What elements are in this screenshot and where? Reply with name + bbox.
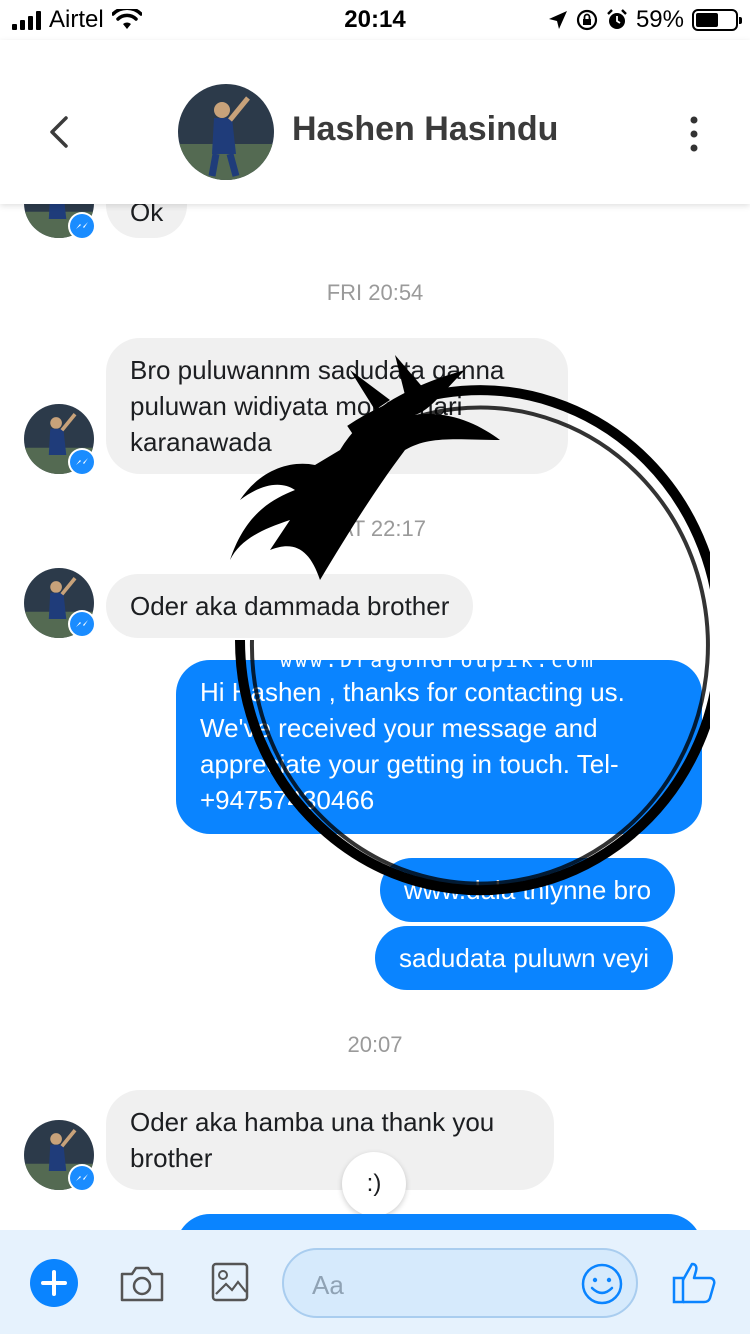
messenger-badge-icon [68,212,96,240]
message-bubble-outgoing[interactable] [176,1214,702,1230]
status-bar: Airtel 20:14 59% [0,0,750,40]
message-text: Hi Hashen , thanks for contacting us. We… [200,677,625,815]
message-text: Oder aka dammada brother [130,591,450,621]
reaction-text: :) [366,1170,382,1197]
timestamp: 20:07 [347,1032,403,1057]
timestamp: FRI 20:54 [326,280,424,305]
vertical-dots-icon[interactable] [682,114,706,154]
rotation-lock-icon [576,9,598,31]
message-bubble-incoming[interactable]: Ok [106,204,188,238]
message-input[interactable]: Aa [282,1248,638,1318]
message-bubble-outgoing[interactable]: www.dala thiynne bro [380,858,676,922]
message-text: Bro puluwannm sadudata ganna puluwan wid… [130,355,505,457]
messenger-badge-icon [68,448,96,476]
alarm-icon [607,9,627,29]
message-text: Ok [130,204,164,227]
conversation-header: Hashen Hasindu [0,40,750,204]
message-reaction[interactable]: :) [342,1152,406,1216]
location-arrow-icon [548,11,567,29]
smiley-icon[interactable] [580,1262,624,1306]
message-bubble-incoming[interactable]: Bro puluwannm sadudata ganna puluwan wid… [106,338,568,474]
message-bubble-outgoing[interactable]: sadudata puluwn veyi [375,926,674,990]
message-text: Oder aka hamba una thank you brother [130,1107,495,1173]
contact-name[interactable]: Hashen Hasindu [292,110,558,149]
thumbs-up-icon[interactable] [670,1258,718,1306]
timestamp: SAT 22:17 [324,516,426,541]
plus-icon[interactable] [30,1259,78,1307]
camera-icon[interactable] [118,1262,166,1304]
message-list[interactable]: Ok FRI 20:54 Bro puluwannm sadudata gann… [0,204,750,1230]
composer-bar: Aa [0,1230,750,1334]
watermark-text: www.DragonGroupik.com [280,648,596,672]
status-right: 59% [548,6,742,34]
message-text: sadudata puluwn veyi [399,943,650,973]
contact-avatar[interactable] [178,84,274,180]
messenger-badge-icon [68,610,96,638]
message-bubble-incoming[interactable]: Oder aka hamba una thank you brother [106,1090,554,1190]
battery-percent: 59% [635,6,684,33]
message-bubble-incoming[interactable]: Oder aka dammada brother [106,574,474,638]
message-text: www.dala thiynne bro [404,875,652,905]
message-input-placeholder: Aa [312,1270,344,1300]
image-icon[interactable] [210,1260,250,1304]
battery-icon [692,9,742,31]
back-chevron-icon[interactable] [40,110,80,154]
messenger-badge-icon [68,1164,96,1192]
message-bubble-outgoing[interactable]: Hi Hashen , thanks for contacting us. We… [176,660,702,834]
